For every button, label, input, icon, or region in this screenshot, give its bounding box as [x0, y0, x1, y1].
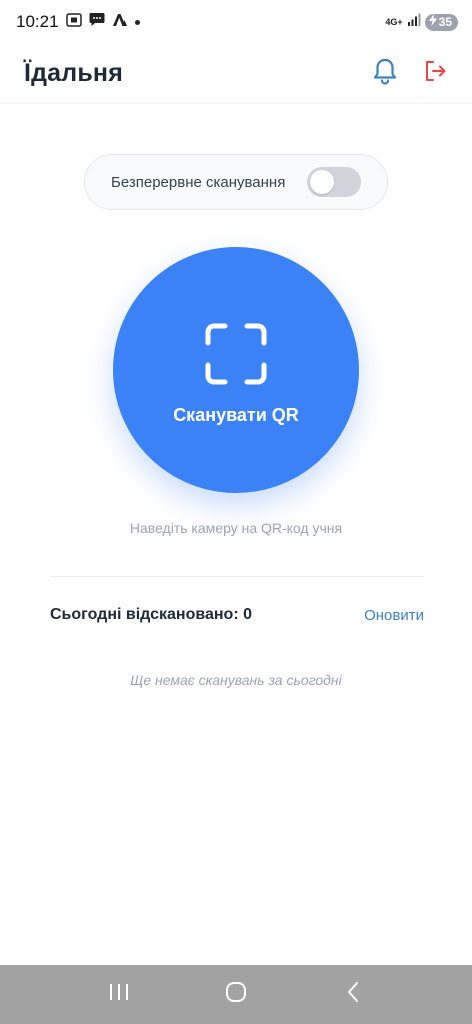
charging-icon — [428, 13, 437, 31]
notifications-button[interactable] — [370, 57, 400, 90]
scan-qr-label: Сканувати QR — [173, 404, 299, 425]
summary-row: Сьогодні відскановано: 0 Оновити — [50, 604, 424, 626]
scan-frame-icon — [205, 323, 267, 384]
battery-indicator: 35 — [424, 13, 458, 31]
message-icon — [89, 12, 105, 32]
logout-button[interactable] — [420, 59, 450, 89]
scanned-today-count: Сьогодні відскановано: 0 — [50, 606, 252, 623]
continuous-scan-label: Безперервне сканування — [111, 173, 286, 191]
signal-icon — [407, 13, 421, 31]
status-right: 4G+ 35 — [385, 13, 458, 31]
app-logo-icon — [112, 13, 128, 32]
empty-state-text: Ще немає сканувань за сьогодні — [130, 672, 342, 688]
page-title: Їдальня — [24, 59, 124, 87]
screen: 10:21 4G+ 35 Їдальня Безперервне сканува… — [0, 0, 472, 1024]
bell-icon — [372, 57, 398, 90]
screenshot-icon — [65, 12, 82, 32]
header-actions — [370, 57, 450, 90]
recent-apps-button[interactable] — [99, 975, 139, 1015]
status-left: 10:21 — [16, 12, 140, 32]
refresh-button[interactable]: Оновити — [364, 607, 424, 624]
system-nav-bar — [0, 965, 472, 1024]
home-icon — [225, 981, 247, 1008]
battery-level: 35 — [438, 15, 452, 29]
scan-qr-button[interactable]: Сканувати QR — [113, 247, 359, 493]
toggle-knob — [310, 170, 334, 194]
home-button[interactable] — [216, 975, 256, 1015]
recent-apps-icon — [108, 983, 130, 1006]
continuous-scan-toggle-card: Безперервне сканування — [84, 154, 388, 210]
app-header: Їдальня — [0, 44, 472, 104]
notification-dot — [134, 19, 140, 25]
divider — [50, 576, 424, 577]
back-button[interactable] — [333, 975, 373, 1015]
status-bar: 10:21 4G+ 35 — [0, 0, 472, 44]
back-icon — [345, 981, 361, 1008]
network-type: 4G+ — [385, 16, 403, 27]
scan-hint: Наведіть камеру на QR-код учня — [129, 520, 343, 536]
status-time: 10:21 — [16, 12, 59, 31]
continuous-scan-toggle[interactable] — [307, 167, 361, 197]
logout-icon — [423, 59, 447, 88]
